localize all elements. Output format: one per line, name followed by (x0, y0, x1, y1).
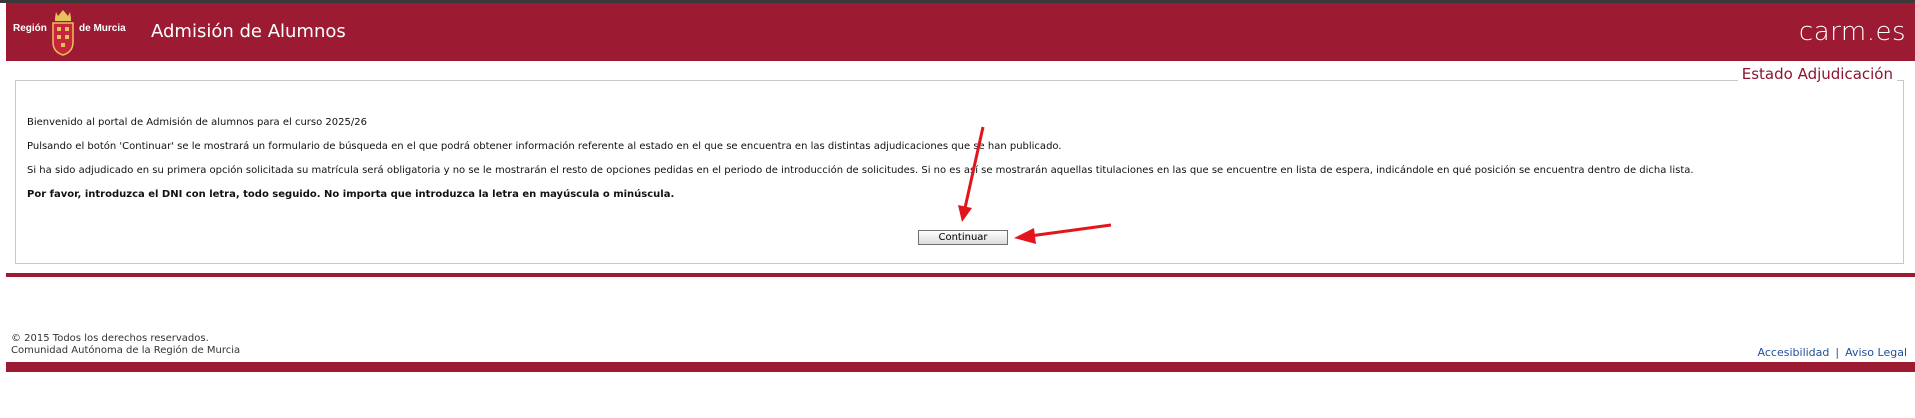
logo-text-murcia: de Murcia (79, 23, 126, 34)
welcome-text: Bienvenido al portal de Admisión de alum… (27, 117, 367, 128)
copyright-text: © 2015 Todos los derechos reservados. (11, 333, 209, 344)
instructions-text: Pulsando el botón 'Continuar' se le most… (27, 141, 1062, 152)
footer-divider (6, 273, 1915, 277)
section-title: Estado Adjudicación (1737, 65, 1897, 83)
footer-bar (6, 362, 1915, 372)
footer-links: Accesibilidad | Aviso Legal (1758, 346, 1907, 359)
continue-button[interactable]: Continuar (918, 230, 1008, 245)
accessibility-link[interactable]: Accesibilidad (1758, 346, 1830, 359)
carm-logo[interactable]: carm.es (1799, 17, 1906, 47)
dni-instructions-text: Por favor, introduzca el DNI con letra, … (27, 189, 675, 200)
app-title: Admisión de Alumnos (151, 21, 346, 42)
legal-notice-link[interactable]: Aviso Legal (1845, 346, 1907, 359)
organization-text: Comunidad Autónoma de la Región de Murci… (11, 345, 241, 356)
footer-copyright-block: © 2015 Todos los derechos reservados. Co… (11, 333, 240, 357)
coat-of-arms-icon (52, 10, 74, 56)
footer-link-separator: | (1835, 346, 1840, 359)
logo-text-region: Región (13, 23, 47, 34)
site-header: Región de Murcia Admisión de Alumnos car… (6, 3, 1915, 61)
adjudication-info-text: Si ha sido adjudicado en su primera opci… (27, 165, 1694, 176)
